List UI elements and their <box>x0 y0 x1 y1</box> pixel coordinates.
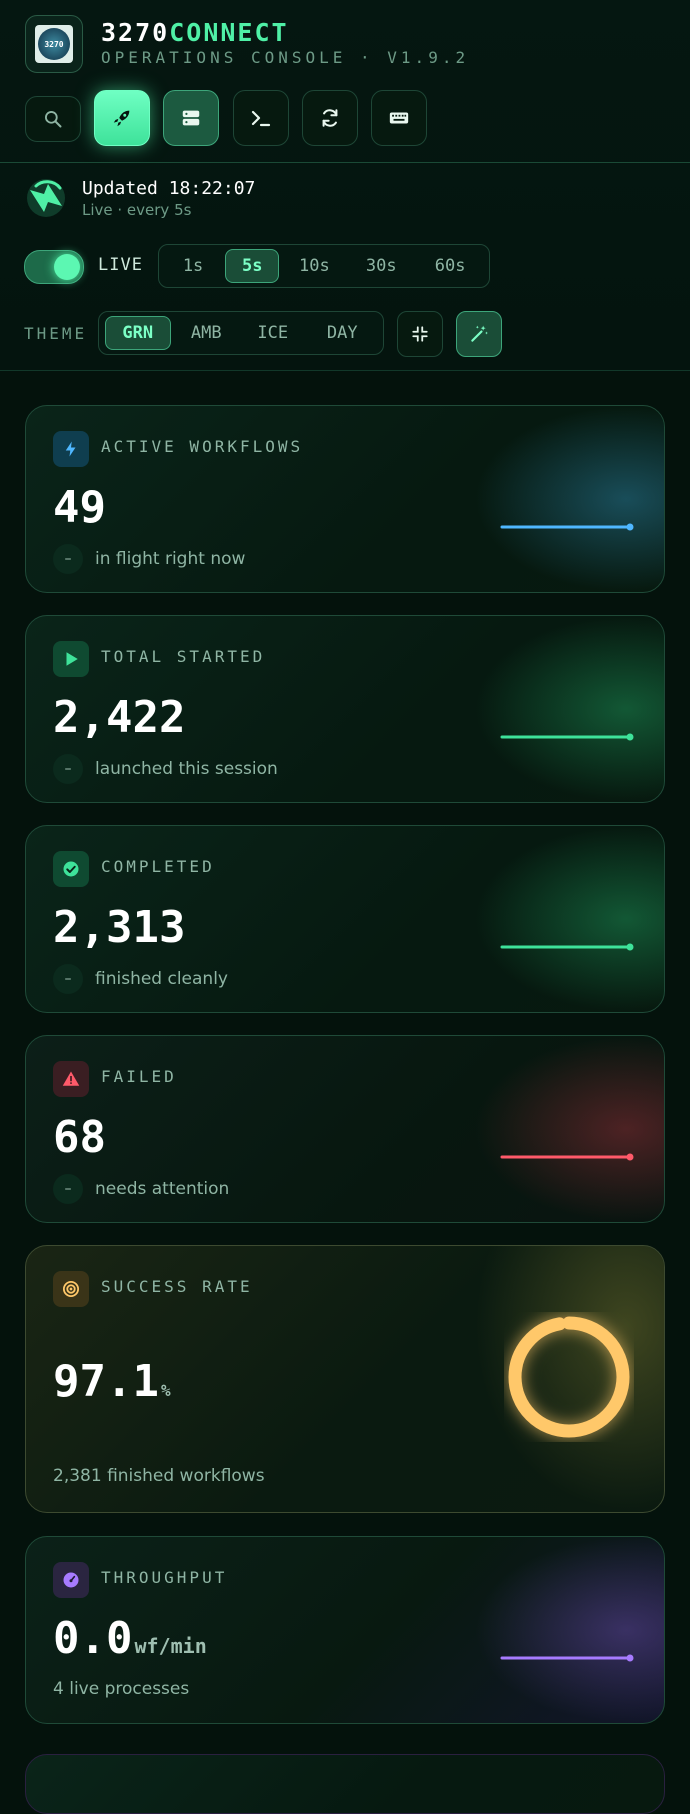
card-label: COMPLETED <box>101 857 215 876</box>
sparkline <box>500 1654 634 1662</box>
interval-option-1s[interactable]: 1s <box>165 249 221 283</box>
interval-option-10s[interactable]: 10s <box>283 249 345 283</box>
search-icon <box>45 111 62 128</box>
sparkline <box>500 943 634 951</box>
app-logo[interactable]: 3270 <box>25 15 83 73</box>
play-icon <box>53 641 89 677</box>
card-value: 2,422 <box>53 692 186 743</box>
completed-card[interactable]: COMPLETED 2,313 – finished cleanly <box>25 825 665 1013</box>
live-label: LIVE <box>98 255 143 275</box>
card-caption: needs attention <box>95 1179 230 1199</box>
warning-icon <box>53 1061 89 1097</box>
total-started-card[interactable]: TOTAL STARTED 2,422 – launched this sess… <box>25 615 665 803</box>
theme-option-amb[interactable]: AMB <box>175 316 239 350</box>
refresh-interval-text: Live · every 5s <box>82 201 192 219</box>
gauge-arc <box>508 1316 630 1438</box>
magic-wand-icon <box>471 325 488 342</box>
app-subtitle: OPERATIONS CONSOLE · V1.9.2 <box>101 48 470 67</box>
card-value: 2,313 <box>53 902 186 953</box>
server-icon <box>182 110 200 126</box>
terminal-icon <box>251 110 271 127</box>
effects-button[interactable] <box>456 311 502 357</box>
card-value: 97.1% <box>53 1356 171 1407</box>
theme-option-day[interactable]: DAY <box>308 316 377 350</box>
interval-option-30s[interactable]: 30s <box>349 249 413 283</box>
check-circle-icon <box>53 851 89 887</box>
target-icon <box>53 1271 89 1307</box>
card-label: FAILED <box>101 1067 177 1086</box>
gauge-icon <box>53 1562 89 1598</box>
logo-emblem: 3270 <box>38 28 70 60</box>
theme-selector: GRN AMB ICE DAY <box>98 311 384 355</box>
terminal-button[interactable] <box>233 90 289 146</box>
refresh-button[interactable] <box>302 90 358 146</box>
app-title: 3270CONNECT <box>101 18 289 47</box>
card-label: THROUGHPUT <box>101 1568 228 1587</box>
card-caption: 4 live processes <box>53 1679 190 1699</box>
success-rate-gauge <box>508 1316 630 1438</box>
trend-indicator: – <box>53 544 83 574</box>
card-label: SUCCESS RATE <box>101 1277 253 1296</box>
toggle-knob <box>54 254 80 280</box>
theme-option-grn[interactable]: GRN <box>105 316 171 350</box>
compress-icon <box>412 326 428 342</box>
throughput-card[interactable]: THROUGHPUT 0.0 wf/min 4 live processes <box>25 1536 665 1724</box>
trend-indicator: – <box>53 964 83 994</box>
top-bar: 3270 3270CONNECT OPERATIONS CONSOLE · V1… <box>0 0 690 371</box>
toolbar-divider <box>0 162 690 163</box>
launch-button[interactable] <box>94 90 150 146</box>
rocket-icon <box>113 110 130 127</box>
card-label: TOTAL STARTED <box>101 647 266 666</box>
success-rate-card[interactable]: SUCCESS RATE 97.1% 2,381 finished workfl… <box>25 1245 665 1513</box>
theme-label: THEME <box>24 324 88 343</box>
keyboard-button[interactable] <box>371 90 427 146</box>
next-card[interactable] <box>25 1754 665 1814</box>
card-caption: in flight right now <box>95 549 246 569</box>
active-workflows-card[interactable]: ACTIVE WORKFLOWS 49 – in flight right no… <box>25 405 665 593</box>
servers-button[interactable] <box>163 90 219 146</box>
sparkline <box>500 523 634 531</box>
live-toggle[interactable] <box>24 250 84 284</box>
sparkline <box>500 1153 634 1161</box>
search-button[interactable] <box>25 96 81 142</box>
interval-selector: 1s 5s 10s 30s 60s <box>158 244 490 288</box>
card-caption: finished cleanly <box>95 969 228 989</box>
sparkline <box>500 733 634 741</box>
theme-option-ice[interactable]: ICE <box>240 316 306 350</box>
interval-option-60s[interactable]: 60s <box>417 249 483 283</box>
refresh-icon <box>322 109 338 127</box>
compact-view-button[interactable] <box>397 311 443 357</box>
interval-option-5s[interactable]: 5s <box>225 249 280 283</box>
card-value: 49 <box>53 482 106 533</box>
card-value: 0.0 wf/min <box>53 1613 207 1664</box>
failed-card[interactable]: FAILED 68 – needs attention <box>25 1035 665 1223</box>
card-caption: 2,381 finished workflows <box>53 1466 265 1486</box>
updated-time: Updated 18:22:07 <box>82 178 256 199</box>
trend-indicator: – <box>53 1174 83 1204</box>
trend-indicator: – <box>53 754 83 784</box>
bolt-icon <box>53 431 89 467</box>
card-value: 68 <box>53 1112 106 1163</box>
card-caption: launched this session <box>95 759 278 779</box>
keyboard-icon <box>389 112 409 124</box>
live-status-icon <box>27 179 65 217</box>
card-label: ACTIVE WORKFLOWS <box>101 437 304 456</box>
